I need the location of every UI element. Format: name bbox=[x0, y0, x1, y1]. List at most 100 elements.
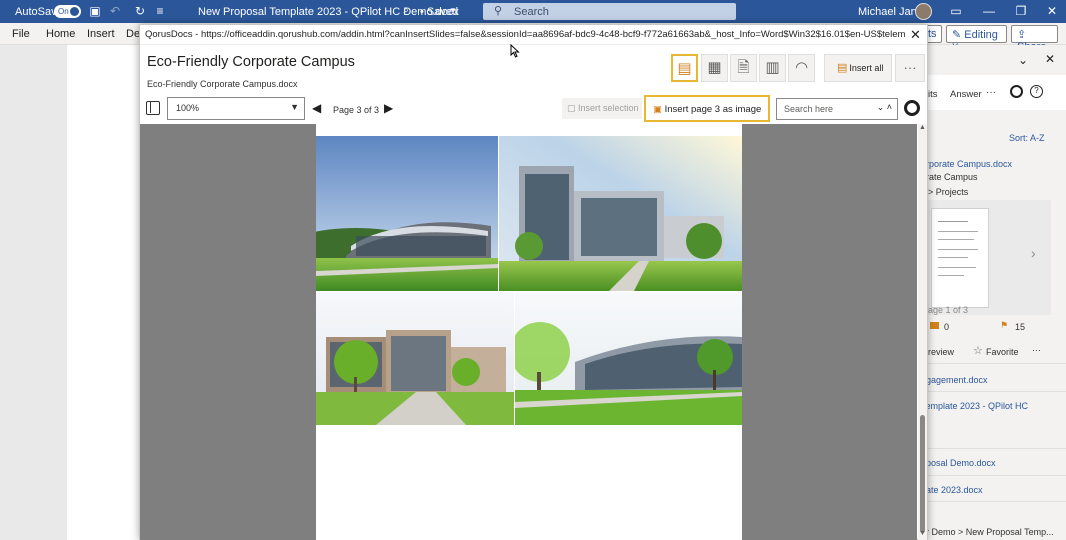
campus-image-1 bbox=[316, 136, 498, 291]
panel-toggle-icon[interactable] bbox=[146, 101, 160, 115]
table-view-button[interactable]: ▥ bbox=[759, 54, 786, 82]
ribbon-display-icon[interactable]: ▭ bbox=[947, 3, 965, 20]
restore-icon[interactable]: ❐ bbox=[1012, 3, 1030, 20]
toggle-knob bbox=[70, 7, 79, 16]
undo-icon[interactable]: ↶ bbox=[108, 4, 122, 18]
table-icon: ▥ bbox=[765, 59, 780, 76]
minimize-icon[interactable]: — bbox=[980, 3, 998, 20]
comment-count: 0 bbox=[944, 322, 950, 332]
campus-image-4 bbox=[515, 292, 742, 425]
chevron-down-icon: ▼ bbox=[290, 102, 299, 112]
document-page-icon: ▤ bbox=[677, 60, 692, 77]
editing-mode-button[interactable]: ✎ Editing ˅ bbox=[946, 25, 1007, 53]
result-title[interactable]: orporate Campus.docx bbox=[921, 159, 1012, 169]
insert-all-button[interactable]: ▤ Insert all bbox=[824, 54, 892, 82]
close-icon[interactable]: ✕ bbox=[910, 27, 921, 43]
scroll-down-icon[interactable]: ▼ bbox=[919, 530, 926, 537]
qorus-logo-icon bbox=[1010, 85, 1023, 98]
scrollbar-thumb[interactable] bbox=[920, 415, 925, 533]
chevron-down-icon[interactable]: ▼ bbox=[446, 4, 460, 18]
search-icon: ⚲ bbox=[494, 5, 503, 17]
chevron-down-icon[interactable]: ⌄ bbox=[1018, 53, 1028, 67]
share-button[interactable]: ⇪ Share bbox=[1011, 25, 1058, 53]
insert-selection-label: Insert selection bbox=[578, 103, 639, 113]
document-page-preview bbox=[316, 124, 742, 540]
dialog-window-title: QorusDocs - https://officeaddin.qorushub… bbox=[145, 29, 905, 40]
grid-view-button[interactable]: ▦ bbox=[701, 54, 728, 82]
tab-design[interactable]: De bbox=[126, 28, 140, 40]
result-item[interactable]: gagement.docx bbox=[926, 375, 988, 385]
result-item[interactable]: ate 2023.docx bbox=[926, 485, 983, 495]
help-icon[interactable]: ? bbox=[1030, 85, 1043, 98]
result-path[interactable]: > Projects bbox=[928, 187, 968, 197]
page-indicator: Page 3 of 3 bbox=[333, 105, 380, 115]
grid-icon: ▦ bbox=[707, 59, 722, 76]
insert-all-label: Insert all bbox=[849, 63, 884, 73]
close-pane-icon[interactable]: ✕ bbox=[1045, 52, 1055, 66]
star-icon: ☆ bbox=[973, 345, 983, 357]
autosave-toggle[interactable]: On bbox=[54, 5, 81, 18]
word-search-box[interactable]: ⚲ Search bbox=[483, 3, 736, 20]
tab-file[interactable]: File bbox=[12, 28, 30, 40]
autosave-state: On bbox=[58, 7, 69, 16]
flag-icon: ⚑ bbox=[1000, 320, 1009, 330]
dialog-title-bar: QorusDocs - https://officeaddin.qorushub… bbox=[140, 25, 927, 45]
result-item[interactable]: posal Demo.docx bbox=[926, 458, 996, 468]
document-filename: Eco-Friendly Corporate Campus.docx bbox=[147, 79, 298, 89]
zoom-select[interactable]: 100% ▼ bbox=[167, 97, 305, 120]
qorus-logo-icon bbox=[904, 100, 920, 116]
pencil-icon: ✎ bbox=[952, 29, 965, 41]
sort-dropdown[interactable]: Sort: A-Z bbox=[1009, 133, 1045, 143]
document-viewer[interactable] bbox=[140, 124, 917, 540]
tab-home[interactable]: Home bbox=[46, 28, 75, 40]
result-breadcrumb[interactable]: er Demo > New Proposal Temp... bbox=[921, 527, 1054, 537]
pane-more-button[interactable]: ··· bbox=[986, 87, 996, 98]
search-placeholder: Search here bbox=[784, 104, 834, 114]
document-search-button[interactable]: 🗎 bbox=[730, 54, 757, 82]
pane-tab-answer[interactable]: Answer bbox=[950, 89, 982, 100]
viewer-scrollbar[interactable]: ▲ ▼ bbox=[918, 124, 927, 540]
avatar[interactable] bbox=[915, 3, 932, 20]
insert-page-label: Insert page 3 as image bbox=[664, 104, 762, 115]
preview-button[interactable]: review bbox=[928, 347, 954, 357]
redo-icon[interactable]: ↻ bbox=[133, 4, 147, 18]
page-view-button[interactable]: ▤ bbox=[671, 54, 698, 82]
customize-quick-access-icon[interactable]: ≡ bbox=[153, 4, 167, 18]
gauge-icon: ◠ bbox=[794, 59, 809, 76]
scroll-up-icon[interactable]: ▲ bbox=[919, 124, 926, 131]
partial-ribbon-button[interactable]: ts bbox=[926, 25, 942, 43]
result-item[interactable]: Template 2023 - QPilot HC bbox=[921, 401, 1028, 411]
close-window-icon[interactable]: ✕ bbox=[1043, 3, 1061, 20]
next-arrow-icon[interactable]: › bbox=[1031, 245, 1036, 261]
campus-image-2 bbox=[499, 136, 742, 291]
search-nav-arrows-icon[interactable]: ⌄ ˄ bbox=[877, 102, 892, 113]
result-more-icon[interactable]: ··· bbox=[1032, 345, 1041, 355]
editing-label: Editing bbox=[964, 29, 998, 41]
search-placeholder: Search bbox=[514, 6, 549, 18]
qorus-preview-dialog: QorusDocs - https://officeaddin.qorushub… bbox=[139, 24, 928, 540]
accessibility-icon: ⌕ bbox=[403, 5, 409, 16]
tab-insert[interactable]: Insert bbox=[87, 28, 115, 40]
share-icon: ⇪ bbox=[1017, 29, 1027, 41]
viewer-toolbar: 100% ▼ ◀ Page 3 of 3 ▶ ▢ Insert selectio… bbox=[140, 95, 927, 123]
previous-page-icon[interactable]: ◀ bbox=[312, 101, 321, 115]
comment-icon bbox=[930, 322, 939, 329]
insert-selection-icon: ▢ bbox=[567, 103, 579, 113]
pane-tab-fragment[interactable]: its bbox=[928, 89, 938, 100]
campus-image-3 bbox=[316, 292, 514, 425]
next-page-icon[interactable]: ▶ bbox=[384, 101, 393, 115]
dashboard-button[interactable]: ◠ bbox=[788, 54, 815, 82]
document-search-input[interactable]: Search here ⌄ ˄ bbox=[776, 98, 898, 120]
zoom-value: 100% bbox=[176, 103, 200, 113]
favorite-button[interactable]: Favorite bbox=[986, 347, 1019, 357]
flag-count: 15 bbox=[1015, 322, 1026, 332]
result-subtitle: orate Campus bbox=[921, 172, 978, 182]
document-preview-title: Eco-Friendly Corporate Campus bbox=[147, 54, 355, 70]
more-options-button[interactable]: ··· bbox=[895, 54, 925, 82]
image-icon: ▣ bbox=[653, 104, 665, 115]
insert-selection-button[interactable]: ▢ Insert selection bbox=[562, 98, 642, 119]
word-title-bar: AutoSave On ▣ ↶ ↻ ≡ New Proposal Templat… bbox=[0, 0, 1066, 23]
insert-page-as-image-button[interactable]: ▣ Insert page 3 as image bbox=[644, 95, 770, 122]
qorus-task-pane: ⌄ ✕ its Answer ··· ? Sort: A-Z orporate … bbox=[917, 45, 1066, 540]
save-icon[interactable]: ▣ bbox=[88, 4, 102, 18]
